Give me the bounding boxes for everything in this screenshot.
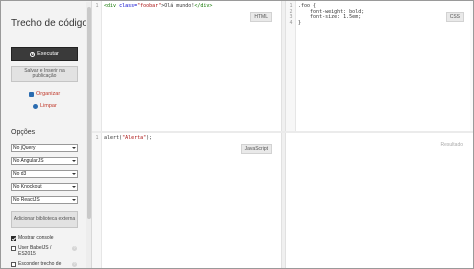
html-code[interactable]: 1 <div class="foobar">Olá mundo!</div> [92, 3, 281, 10]
play-icon [30, 51, 36, 57]
html-attr-value: "foobar" [137, 3, 162, 9]
clear-link-label: Limpar [40, 103, 57, 109]
result-label: Resultado [440, 142, 463, 148]
css-line-text: } [298, 19, 302, 26]
hide-snippet-checkbox[interactable] [11, 262, 16, 268]
code-line: 1 alert("Alerta"); [92, 135, 281, 142]
knockout-select[interactable]: No Knockout [11, 183, 78, 191]
chevron-down-icon [72, 199, 76, 201]
html-close-tag: </div> [194, 3, 213, 9]
js-call-end: ); [146, 135, 153, 141]
add-external-library-button[interactable]: Adicionar biblioteca externa [11, 211, 78, 228]
run-button-label: Executar [37, 51, 59, 57]
javascript-label: JavaScript [240, 144, 272, 154]
chevron-down-icon [72, 186, 76, 188]
js-gutter [92, 133, 102, 268]
organize-link[interactable]: Organizar [29, 91, 60, 97]
chevron-down-icon [72, 173, 76, 175]
save-insert-button[interactable]: Salvar e Inserir na publicação [11, 66, 78, 82]
html-editor[interactable]: 1 <div class="foobar">Olá mundo!</div> H… [92, 1, 281, 132]
angularjs-select[interactable]: No AngularJS [11, 157, 78, 165]
show-console-label: Mostrar console [18, 235, 54, 241]
run-button[interactable]: Executar [11, 47, 78, 61]
js-call: alert( [104, 135, 123, 141]
jquery-select-value: No jQuery [13, 145, 36, 151]
css-scrollbar[interactable] [470, 1, 473, 132]
html-gutter [92, 1, 102, 132]
jquery-select[interactable]: No jQuery [11, 144, 78, 152]
javascript-editor[interactable]: 1 alert("Alerta"); JavaScript [92, 133, 281, 268]
reactjs-select-value: No ReactJS [13, 197, 40, 203]
babel-label: User BabelJS / ES2015 [18, 245, 52, 257]
horizontal-splitter[interactable] [92, 131, 473, 133]
js-code[interactable]: 1 alert("Alerta"); [92, 135, 281, 142]
line-number: 4 [289, 19, 293, 26]
organize-link-label: Organizar [36, 91, 61, 97]
result-panel: Resultado [286, 133, 473, 268]
html-open-tag: <div [104, 3, 120, 9]
hide-snippet-option[interactable]: Esconder trecho de [11, 261, 62, 268]
sidebar-title: Trecho de código [11, 18, 88, 29]
options-heading: Opções [11, 129, 36, 136]
css-label: CSS [445, 12, 464, 22]
css-editor[interactable]: 1 .foo { 2 font-weight: bold; 3 font-siz… [286, 1, 473, 132]
line-number: 1 [95, 135, 99, 141]
angularjs-select-value: No AngularJS [13, 158, 44, 164]
show-console-option[interactable]: Mostrar console [11, 235, 54, 242]
chevron-down-icon [72, 147, 76, 149]
js-string: "Alerta" [122, 135, 147, 141]
sidebar-scroll-thumb[interactable] [87, 7, 91, 219]
css-line-text: font-size: 1.5em; [298, 14, 362, 21]
show-console-checkbox[interactable] [11, 236, 16, 242]
clear-icon [33, 103, 38, 109]
html-label: HTML [250, 12, 272, 22]
organize-icon [29, 91, 34, 97]
chevron-down-icon [72, 160, 76, 162]
knockout-select-value: No Knockout [13, 184, 42, 190]
help-icon[interactable]: ? [72, 262, 77, 267]
clear-link[interactable]: Limpar [33, 103, 57, 109]
code-line: 1 <div class="foobar">Olá mundo!</div> [92, 3, 281, 10]
vertical-splitter[interactable] [281, 1, 286, 268]
hide-snippet-label: Esconder trecho de [18, 261, 62, 267]
html-attr: class= [119, 3, 138, 9]
html-text: >Olá mundo! [161, 3, 195, 9]
sidebar: Trecho de código Executar Salvar e Inser… [1, 1, 92, 268]
reactjs-select[interactable]: No ReactJS [11, 196, 78, 204]
line-number: 1 [95, 3, 99, 9]
babel-checkbox[interactable] [11, 246, 16, 252]
babel-option[interactable]: User BabelJS / ES2015 [11, 245, 67, 257]
d3-select[interactable]: No d3 [11, 170, 78, 178]
help-icon[interactable]: ? [72, 246, 77, 251]
d3-select-value: No d3 [13, 171, 27, 177]
